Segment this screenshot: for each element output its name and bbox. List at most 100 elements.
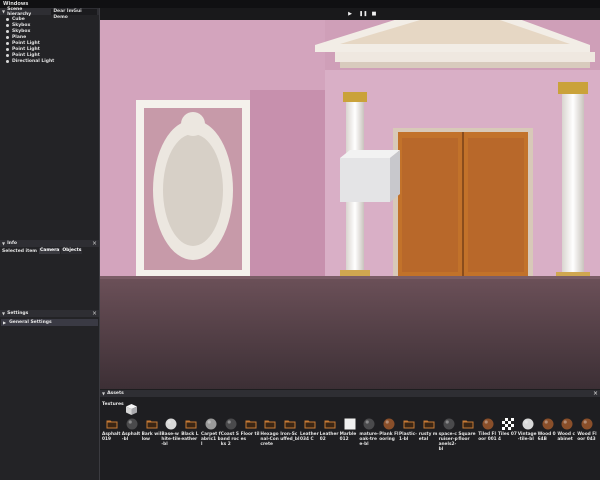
texture-name: Black Leather (181, 432, 199, 442)
texture-name: Tiled Floor 001 (478, 432, 497, 442)
folder-icon (462, 420, 474, 429)
texture-tile[interactable]: Wood 064B (538, 418, 558, 442)
texture-name: Marble 012 (339, 432, 357, 442)
bullet-icon (6, 29, 9, 33)
texture-tile[interactable]: Square floor (458, 418, 478, 442)
folder-icon (264, 420, 276, 429)
texture-name: rusty metal (418, 432, 438, 442)
bullet-icon (6, 41, 9, 45)
texture-tile[interactable]: Floor tiles (241, 418, 261, 442)
texture-name: Carpet fabric1 bl (201, 432, 221, 447)
settings-title: Settings (7, 311, 29, 316)
texture-name: mature-oak-tree-bl (359, 432, 379, 447)
tab-objects[interactable]: Objects (61, 248, 83, 254)
collapse-icon[interactable]: ▼ (102, 391, 105, 396)
texture-name: Vintage-tile-bl (517, 432, 537, 442)
texture-thumbnail-icon (126, 418, 138, 430)
texture-tile[interactable]: Asphalt-bl (122, 418, 142, 442)
collapse-icon[interactable]: ▼ (2, 311, 5, 316)
close-icon[interactable]: × (593, 390, 598, 397)
texture-tile[interactable]: Leather 02 (320, 418, 340, 442)
bullet-icon (6, 35, 9, 39)
texture-tile[interactable]: Leather 034 C (300, 418, 320, 442)
scene-render (100, 20, 600, 389)
folder-icon (304, 420, 316, 429)
texture-tile[interactable]: Black Leather (181, 418, 201, 442)
texture-name: Iron-Scuffed_bl (280, 432, 300, 442)
tab-camera[interactable]: Camera (38, 248, 61, 254)
texture-thumbnail-icon (165, 418, 177, 430)
scene-tree: Cube Skybox Skybox Plane Point Light Point Li… (0, 15, 99, 64)
tree-item-label: Point Light (12, 46, 40, 52)
bullet-icon (6, 23, 9, 27)
folder-icon (106, 420, 118, 429)
texture-tile[interactable]: Tiles 074 (498, 418, 518, 442)
close-icon[interactable]: × (92, 240, 97, 247)
texture-tile[interactable]: Carpet fabric1 bl (201, 418, 221, 447)
texture-name: Wood 064B (537, 432, 556, 442)
play-icon[interactable]: ▶ (347, 11, 353, 17)
folder-icon (185, 420, 197, 429)
chevron-right-icon: ▶ (3, 320, 7, 325)
texture-tile[interactable]: Hexagonal-Concrete (260, 418, 280, 447)
stop-icon[interactable]: ■ (371, 11, 377, 17)
texture-tile[interactable]: Wood Floor 043 (577, 418, 597, 442)
texture-thumbnail-icon (482, 418, 494, 430)
texture-name: Wood cabinet (557, 432, 575, 442)
texture-thumbnail-icon (542, 418, 554, 430)
texture-name: Bark willow (141, 432, 162, 442)
assets-title: Assets (107, 391, 124, 396)
texture-name: Leather 02 (319, 432, 339, 442)
selected-item-label: Selected item (2, 248, 37, 254)
texture-tile[interactable]: Plank Flooring (379, 418, 399, 442)
texture-tile[interactable]: Wood cabinet (557, 418, 577, 442)
texture-name: Asphalt 019 (102, 432, 121, 442)
cube-icon[interactable] (125, 403, 138, 416)
texture-thumbnail-icon (225, 418, 237, 430)
scene-hierarchy-panel: ▼ Scene hierarchy Dear ImGui Demo Cube Sk… (0, 7, 99, 240)
tree-item-label: Plane (12, 34, 27, 40)
texture-tile[interactable]: Iron-Scuffed_bl (280, 418, 300, 442)
general-settings-header[interactable]: ▶ General Settings (1, 319, 98, 326)
texture-thumbnail-icon (205, 418, 217, 430)
settings-panel: ▼ Settings × ▶ General Settings (0, 310, 99, 480)
texture-thumbnail-icon (581, 418, 593, 430)
collapse-icon[interactable]: ▼ (2, 241, 5, 246)
bullet-icon (6, 53, 9, 57)
texture-thumbnail-icon (383, 418, 395, 430)
texture-tile[interactable]: mature-oak-tree-bl (359, 418, 379, 447)
pause-icon[interactable]: ❚❚ (359, 11, 367, 17)
assets-header[interactable]: ▼ Assets × (100, 390, 600, 397)
texture-tile[interactable]: space-cruiser-panels2-bl (439, 418, 459, 452)
texture-tile[interactable]: Coast Sand rocks 2 (221, 418, 241, 447)
texture-tile[interactable]: Asphalt 019 (102, 418, 122, 442)
tree-item-label: Point Light (12, 40, 40, 46)
folder-icon (245, 420, 257, 429)
general-settings-label: General Settings (9, 320, 52, 325)
settings-header[interactable]: ▼ Settings × (0, 310, 99, 317)
texture-tile[interactable]: Marble 012 (340, 418, 360, 442)
texture-tile[interactable]: Vintage-tile-bl (518, 418, 538, 442)
texture-name: Leather 034 C (300, 432, 319, 442)
texture-tile[interactable]: Bark willow (142, 418, 162, 442)
tree-item[interactable]: Directional Light (6, 58, 99, 64)
texture-name: Asphalt-bl (121, 432, 141, 442)
texture-tile[interactable]: Base-white-tile-bl (161, 418, 181, 447)
scene-hierarchy-header[interactable]: ▼ Scene hierarchy Dear ImGui Demo (0, 7, 99, 20)
texture-thumbnail-icon (522, 418, 534, 430)
texture-tile[interactable]: Tiled Floor 001 (478, 418, 498, 442)
texture-name: Plank Flooring (379, 432, 399, 442)
texture-name: space-cruiser-panels2-bl (438, 432, 458, 452)
close-icon[interactable]: × (92, 310, 97, 317)
collapse-icon[interactable]: ▼ (2, 9, 5, 14)
texture-tile[interactable]: rusty metal (419, 418, 439, 442)
bullet-icon (6, 17, 9, 21)
info-header[interactable]: ▼ Info × (0, 240, 99, 247)
tab-imgui-demo[interactable]: Dear ImGui Demo (51, 8, 97, 20)
scene-viewport[interactable] (100, 20, 600, 389)
info-title: Info (7, 241, 18, 246)
folder-icon (284, 420, 296, 429)
info-tabs-row: Selected item Camera Objects (0, 247, 99, 255)
texture-tile[interactable]: Plastic-1-bl (399, 418, 419, 442)
tree-item-label: Point Light (12, 52, 40, 58)
